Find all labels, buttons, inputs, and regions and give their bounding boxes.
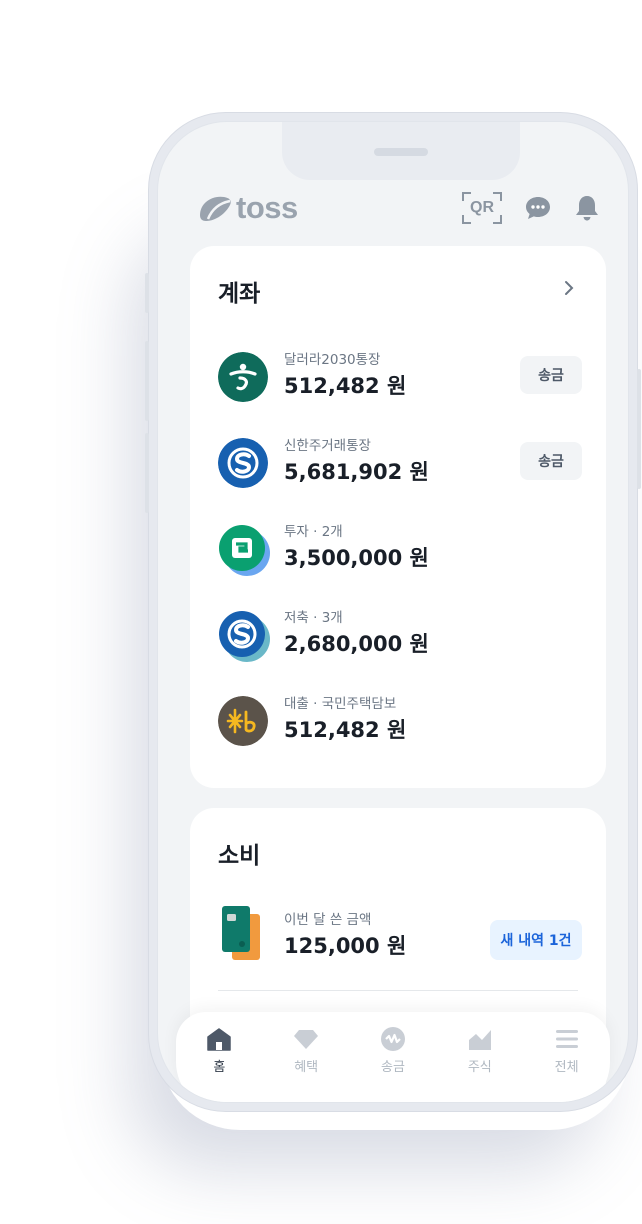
accounts-title: 계좌 xyxy=(218,281,261,307)
kb-bank-icon xyxy=(218,696,268,746)
menu-icon xyxy=(555,1030,578,1048)
app-header: toss QR xyxy=(196,188,600,230)
notch xyxy=(282,122,520,180)
phone-screen: toss QR 계좌 달러라2030통장 512,482 원 송금 신한주거래통… xyxy=(157,121,629,1103)
phone-volume-up-button xyxy=(145,341,149,421)
phone-frame: toss QR 계좌 달러라2030통장 512,482 원 송금 신한주거래통… xyxy=(145,112,641,1112)
stock-icon xyxy=(468,1030,491,1050)
accounts-card: 계좌 달러라2030통장 512,482 원 송금 신한주거래통장 5,681,… xyxy=(190,246,606,788)
send-button[interactable]: 송금 xyxy=(520,356,582,394)
toss-logo-icon xyxy=(200,196,231,221)
tab-stocks[interactable]: 주식 xyxy=(445,1026,515,1075)
account-amount: 512,482 원 xyxy=(284,374,407,398)
transfer-icon xyxy=(380,1027,405,1051)
bell-icon[interactable] xyxy=(574,194,600,222)
spending-amount: 125,000 원 xyxy=(284,934,407,958)
phone-power-button xyxy=(637,369,641,489)
spending-title: 소비 xyxy=(218,843,261,869)
tab-label: 송금 xyxy=(381,1060,405,1075)
gem-icon xyxy=(294,1030,319,1049)
speaker xyxy=(374,148,428,156)
home-icon xyxy=(207,1028,232,1051)
account-name: 투자 · 2개 xyxy=(284,524,343,540)
tab-transfer[interactable]: 송금 xyxy=(358,1026,428,1075)
new-history-button[interactable]: 새 내역 1건 xyxy=(490,920,582,960)
tab-label: 전체 xyxy=(554,1060,579,1075)
logo-text: toss xyxy=(236,190,298,225)
savings-icon xyxy=(219,611,270,662)
send-button[interactable]: 송금 xyxy=(520,442,582,480)
phone-side-button xyxy=(145,273,149,313)
account-name: 달러라2030통장 xyxy=(284,352,381,368)
shinhan-bank-icon xyxy=(218,438,268,488)
tab-home[interactable]: 홈 xyxy=(184,1026,254,1075)
qr-label: QR xyxy=(470,199,494,216)
account-row[interactable]: 달러라2030통장 512,482 원 송금 xyxy=(218,344,582,414)
spending-label: 이번 달 쓴 금액 xyxy=(284,912,372,928)
account-row[interactable]: 신한주거래통장 5,681,902 원 송금 xyxy=(218,430,582,500)
header-actions: QR xyxy=(462,192,600,224)
account-row[interactable]: 저축 · 3개 2,680,000 원 xyxy=(218,602,582,672)
account-amount: 512,482 원 xyxy=(284,718,407,742)
chat-icon[interactable] xyxy=(524,194,552,222)
qr-icon[interactable]: QR xyxy=(462,192,502,224)
account-row[interactable]: 투자 · 2개 3,500,000 원 xyxy=(218,516,582,586)
account-name: 저축 · 3개 xyxy=(284,610,343,626)
account-row[interactable]: 대출 · 국민주택담보 512,482 원 xyxy=(218,688,582,758)
account-amount: 2,680,000 원 xyxy=(284,632,429,656)
hana-bank-icon xyxy=(218,352,268,402)
account-name: 대출 · 국민주택담보 xyxy=(284,696,397,712)
phone-volume-down-button xyxy=(145,433,149,513)
investment-icon xyxy=(219,525,270,576)
tab-label: 주식 xyxy=(467,1060,492,1075)
tab-label: 혜택 xyxy=(294,1060,319,1075)
account-name: 신한주거래통장 xyxy=(284,438,371,454)
account-amount: 3,500,000 원 xyxy=(284,546,429,570)
chevron-right-icon[interactable] xyxy=(562,280,576,296)
tab-menu[interactable]: 전체 xyxy=(532,1026,602,1075)
tab-benefits[interactable]: 혜택 xyxy=(271,1026,341,1075)
tab-label: 홈 xyxy=(213,1060,226,1075)
tab-bar: 홈 혜택 송금 주식 전체 xyxy=(176,1012,610,1102)
divider xyxy=(218,990,578,991)
credit-card-icon xyxy=(222,906,260,960)
toss-logo: toss xyxy=(196,190,298,226)
account-amount: 5,681,902 원 xyxy=(284,460,429,484)
